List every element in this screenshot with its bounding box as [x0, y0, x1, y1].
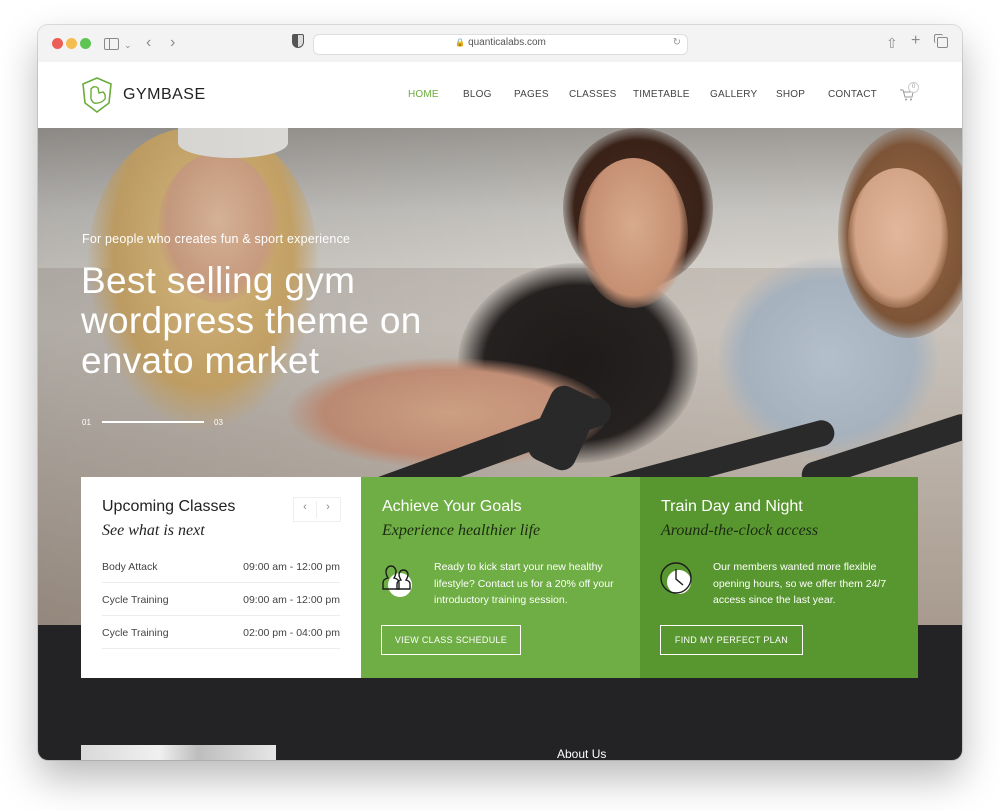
nav-timetable[interactable]: TIMETABLE — [633, 89, 690, 100]
share-icon[interactable]: ⇧ — [886, 33, 898, 53]
nav-blog[interactable]: BLOG — [463, 89, 492, 100]
people-icon — [382, 565, 412, 597]
class-time: 02:00 pm - 04:00 pm — [243, 627, 340, 639]
train-day-night-card: Train Day and Night Around-the-clock acc… — [640, 477, 918, 678]
card-subtitle: Experience healthier life — [382, 522, 541, 539]
nav-pages[interactable]: PAGES — [514, 89, 549, 100]
prev-arrow-icon[interactable]: ‹ — [294, 501, 317, 518]
hero-subtitle: For people who creates fun & sport exper… — [82, 232, 351, 246]
class-name: Body Attack — [102, 561, 158, 573]
tab-overview-icon[interactable] — [934, 34, 948, 48]
address-bar[interactable]: 🔒 quanticalabs.com ↻ — [313, 34, 688, 55]
maximize-window-button[interactable] — [80, 38, 91, 49]
class-time: 09:00 am - 12:00 pm — [243, 594, 340, 606]
cart-count-badge: 0 — [908, 82, 919, 93]
forward-icon[interactable]: › — [170, 33, 175, 53]
close-window-button[interactable] — [52, 38, 63, 49]
logo-shield-icon[interactable] — [81, 77, 113, 113]
chevron-down-icon[interactable]: ⌄ — [124, 35, 132, 55]
classes-pager: ‹ › — [293, 497, 341, 522]
card-text: Our members wanted more flexible opening… — [713, 561, 887, 606]
browser-toolbar: ⌄ ‹ › 🔒 quanticalabs.com ↻ ⇧ + — [38, 25, 962, 63]
class-row[interactable]: Body Attack 09:00 am - 12:00 pm — [102, 550, 340, 583]
back-icon[interactable]: ‹ — [146, 33, 151, 53]
lock-icon: 🔒 — [455, 38, 466, 47]
about-image — [81, 745, 276, 760]
card-title: Upcoming Classes — [102, 498, 236, 515]
nav-classes[interactable]: CLASSES — [569, 89, 617, 100]
class-time: 09:00 am - 12:00 pm — [243, 561, 340, 573]
card-title: Achieve Your Goals — [382, 498, 522, 515]
next-arrow-icon[interactable]: › — [317, 501, 339, 513]
find-perfect-plan-button[interactable]: FIND MY PERFECT PLAN — [660, 625, 803, 655]
slide-current: 01 — [82, 418, 91, 427]
nav-home[interactable]: HOME — [408, 89, 439, 100]
browser-window: ⌄ ‹ › 🔒 quanticalabs.com ↻ ⇧ + GYMBASE HO… — [38, 25, 962, 760]
view-class-schedule-button[interactable]: VIEW CLASS SCHEDULE — [381, 625, 521, 655]
card-subtitle: Around-the-clock access — [661, 522, 819, 539]
achieve-goals-card: Achieve Your Goals Experience healthier … — [361, 477, 640, 678]
class-name: Cycle Training — [102, 594, 169, 606]
url-text: quanticalabs.com — [468, 37, 546, 48]
nav-gallery[interactable]: GALLERY — [710, 89, 757, 100]
new-tab-icon[interactable]: + — [911, 31, 920, 51]
site-header: GYMBASE HOME BLOG PAGES CLASSES TIMETABL… — [38, 62, 962, 128]
about-title: About Us — [557, 747, 607, 760]
nav-shop[interactable]: SHOP — [776, 89, 805, 100]
slide-total: 03 — [214, 418, 223, 427]
class-row[interactable]: Cycle Training 09:00 am - 12:00 pm — [102, 583, 340, 616]
hero-title: Best selling gym wordpress theme on enva… — [81, 260, 422, 381]
upcoming-classes-card: Upcoming Classes See what is next ‹ › Bo… — [81, 477, 361, 678]
slider-progress[interactable] — [102, 421, 204, 423]
sidebar-toggle-icon[interactable] — [104, 38, 119, 50]
card-text: Ready to kick start your new healthy lif… — [434, 561, 614, 606]
privacy-shield-icon[interactable] — [292, 34, 304, 48]
minimize-window-button[interactable] — [66, 38, 77, 49]
card-title: Train Day and Night — [661, 498, 803, 515]
reload-icon[interactable]: ↻ — [673, 37, 681, 48]
brand-name[interactable]: GYMBASE — [123, 86, 206, 104]
clock-icon — [660, 562, 692, 594]
nav-contact[interactable]: CONTACT — [828, 89, 877, 100]
class-row[interactable]: Cycle Training 02:00 pm - 04:00 pm — [102, 616, 340, 649]
class-name: Cycle Training — [102, 627, 169, 639]
card-subtitle: See what is next — [102, 522, 205, 539]
